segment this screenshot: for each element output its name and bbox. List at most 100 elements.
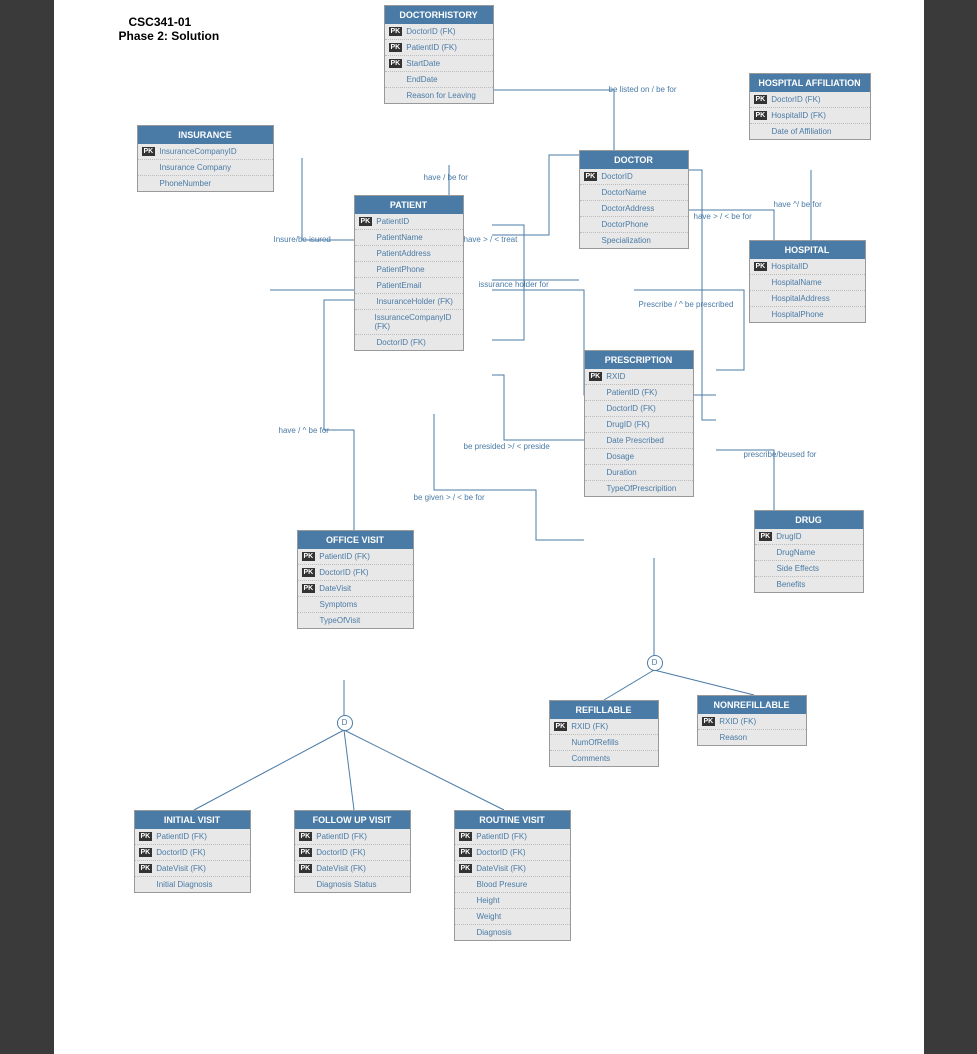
entity-attribute: PKPatientID (FK) [455, 829, 570, 845]
entity-title: HOSPITAL AFFILIATION [750, 74, 870, 92]
attribute-name: TypeOfPrescripition [607, 484, 677, 493]
entity-title: INSURANCE [138, 126, 273, 144]
attribute-name: DoctorPhone [602, 220, 649, 229]
entity-title: HOSPITAL [750, 241, 865, 259]
entity-attribute: Height [455, 893, 570, 909]
entity-attribute: HospitalName [750, 275, 865, 291]
disjoint-circle: D [647, 655, 663, 671]
entity-attribute: TypeOfVisit [298, 613, 413, 628]
rel-label: be listed on / be for [609, 85, 677, 94]
entity-attribute: TypeOfPrescripition [585, 481, 693, 496]
entity-attribute: PKDateVisit (FK) [135, 861, 250, 877]
entity-attribute: PKDoctorID (FK) [385, 24, 493, 40]
attribute-name: DoctorID (FK) [476, 848, 525, 857]
entity-attribute: HospitalPhone [750, 307, 865, 322]
pk-badge: PK [389, 27, 403, 36]
entity-attribute: Side Effects [755, 561, 863, 577]
entity-attribute: Duration [585, 465, 693, 481]
rel-label: have / ^ be for [279, 426, 329, 435]
pk-badge: PK [389, 59, 403, 68]
rel-label: have / be for [424, 173, 468, 182]
attribute-name: PatientPhone [377, 265, 425, 274]
entity-attribute: PKDateVisit (FK) [455, 861, 570, 877]
attribute-name: IssuranceCompanyID (FK) [374, 313, 458, 331]
attribute-name: Dosage [607, 452, 635, 461]
entity-attribute: EndDate [385, 72, 493, 88]
entity-attribute: DoctorPhone [580, 217, 688, 233]
pk-badge: PK [754, 111, 768, 120]
entity-attribute: DoctorID (FK) [585, 401, 693, 417]
attribute-name: Blood Presure [477, 880, 528, 889]
entity-followupvisit: FOLLOW UP VISITPKPatientID (FK)PKDoctorI… [294, 810, 411, 893]
entity-attribute: PKPatientID (FK) [295, 829, 410, 845]
attribute-name: DateVisit (FK) [476, 864, 526, 873]
pk-badge: PK [754, 95, 768, 104]
entity-attribute: Diagnosis [455, 925, 570, 940]
entity-refillable: REFILLABLEPKRXID (FK)NumOfRefillsComment… [549, 700, 659, 767]
attribute-name: DoctorName [602, 188, 647, 197]
entity-attribute: Blood Presure [455, 877, 570, 893]
entity-attribute: Diagnosis Status [295, 877, 410, 892]
rel-label: have > / < treat [464, 235, 518, 244]
pk-badge: PK [359, 217, 373, 226]
entity-title: DOCTORHISTORY [385, 6, 493, 24]
attribute-name: Diagnosis [477, 928, 512, 937]
attribute-name: HospitalName [772, 278, 822, 287]
entity-attribute: Dosage [585, 449, 693, 465]
diagram-page: CSC341-01 Phase 2: Solution [54, 0, 924, 1054]
entity-initialvisit: INITIAL VISITPKPatientID (FK)PKDoctorID … [134, 810, 251, 893]
attribute-name: Symptoms [320, 600, 358, 609]
attribute-name: StartDate [406, 59, 440, 68]
attribute-name: PatientID (FK) [319, 552, 370, 561]
attribute-name: DoctorID (FK) [607, 404, 656, 413]
rel-label: Insure/be isured [274, 235, 331, 244]
entity-title: FOLLOW UP VISIT [295, 811, 410, 829]
attribute-name: Comments [572, 754, 611, 763]
pk-badge: PK [299, 848, 313, 857]
entity-attribute: PatientID (FK) [585, 385, 693, 401]
attribute-name: DoctorID (FK) [319, 568, 368, 577]
entity-attribute: PKDoctorID (FK) [135, 845, 250, 861]
entity-title: ROUTINE VISIT [455, 811, 570, 829]
entity-title: PATIENT [355, 196, 463, 214]
entity-attribute: Reason for Leaving [385, 88, 493, 103]
entity-attribute: DoctorName [580, 185, 688, 201]
entity-attribute: PKDoctorID (FK) [298, 565, 413, 581]
attribute-name: HospitalID (FK) [771, 111, 826, 120]
entity-attribute: Benefits [755, 577, 863, 592]
attribute-name: DateVisit (FK) [156, 864, 206, 873]
pk-badge: PK [302, 568, 316, 577]
attribute-name: PatientID (FK) [156, 832, 207, 841]
entity-attribute: PKRXID [585, 369, 693, 385]
attribute-name: Date Prescribed [607, 436, 664, 445]
entity-attribute: DoctorAddress [580, 201, 688, 217]
attribute-name: Reason [720, 733, 748, 742]
pk-badge: PK [589, 372, 603, 381]
entity-routinevisit: ROUTINE VISITPKPatientID (FK)PKDoctorID … [454, 810, 571, 941]
pk-badge: PK [139, 864, 153, 873]
rel-label: have ^/ be for [774, 200, 822, 209]
attribute-name: PhoneNumber [160, 179, 212, 188]
entity-attribute: Weight [455, 909, 570, 925]
entity-attribute: Initial Diagnosis [135, 877, 250, 892]
entity-title: PRESCRIPTION [585, 351, 693, 369]
attribute-name: HospitalAddress [772, 294, 830, 303]
entity-attribute: PKPatientID (FK) [298, 549, 413, 565]
entity-hospitalaffiliation: HOSPITAL AFFILIATIONPKDoctorID (FK)PKHos… [749, 73, 871, 140]
attribute-name: DoctorID (FK) [316, 848, 365, 857]
attribute-name: Insurance Company [160, 163, 232, 172]
entity-attribute: NumOfRefills [550, 735, 658, 751]
entity-attribute: PKDoctorID (FK) [295, 845, 410, 861]
rel-label: have > / < be for [694, 212, 752, 221]
entity-attribute: Reason [698, 730, 806, 745]
entity-attribute: PKInsuranceCompanyID [138, 144, 273, 160]
attribute-name: TypeOfVisit [320, 616, 361, 625]
attribute-name: Specialization [602, 236, 651, 245]
pk-badge: PK [299, 832, 313, 841]
attribute-name: Height [477, 896, 500, 905]
pk-badge: PK [554, 722, 568, 731]
attribute-name: DrugID [776, 532, 801, 541]
rel-label: issurance holder for [479, 280, 549, 289]
entity-attribute: Comments [550, 751, 658, 766]
attribute-name: RXID [606, 372, 625, 381]
